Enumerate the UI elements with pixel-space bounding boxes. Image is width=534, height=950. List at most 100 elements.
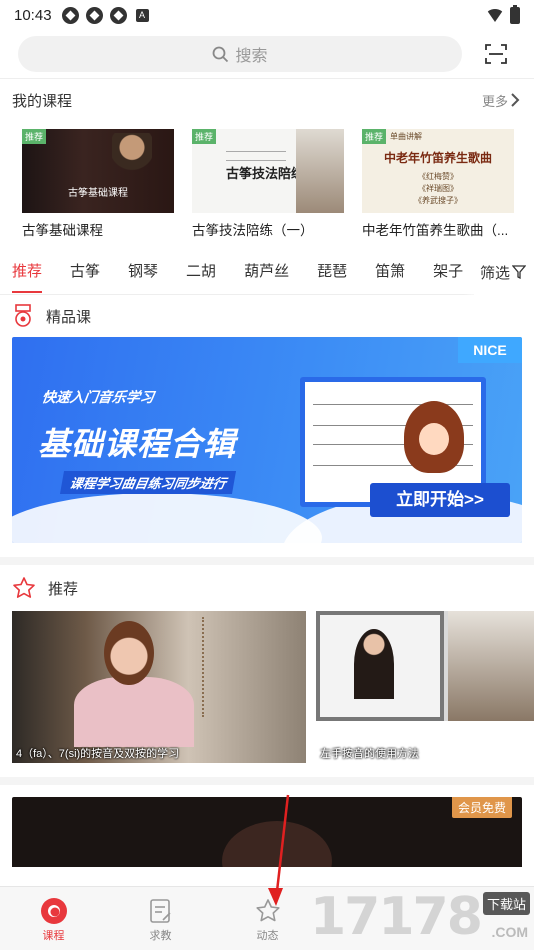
thumb-sub: 《养武搜子》 [414, 196, 462, 205]
recommend-header: 推荐 [0, 565, 534, 611]
course-card[interactable]: 推荐 古筝基础课程 古筝基础课程 [22, 129, 174, 249]
recommend-video-list: 4（fa）、7(si)的按音及双按的学习 左手按音的使用方法 [0, 611, 534, 763]
video-card[interactable]: 左手按音的使用方法 [316, 611, 534, 763]
filter-button[interactable]: 筛选 [473, 249, 534, 295]
course-name: 中老年竹笛养生歌曲（... [362, 223, 509, 238]
course-card[interactable]: 推荐 单曲讲解 中老年竹笛养生歌曲 《红梅赞》 《祥瑞图》 《养武搜子》 中老年… [362, 129, 514, 249]
recommend-title: 推荐 [48, 580, 79, 598]
thumb-decoration [226, 151, 286, 161]
course-thumbnail: 推荐 单曲讲解 中老年竹笛养生歌曲 《红梅赞》 《祥瑞图》 《养武搜子》 [362, 129, 514, 213]
tab-dizi[interactable]: 笛箫 [375, 249, 405, 295]
thumb-caption: 古筝基础课程 [68, 188, 128, 199]
tab-recommend[interactable]: 推荐 [12, 249, 43, 295]
my-courses-title: 我的课程 [12, 92, 73, 110]
course-card[interactable]: 古筝技法陪练 推荐 古筝技法陪练（一） [192, 129, 344, 249]
course-name: 古筝技法陪练（一） [192, 223, 314, 238]
tab-piano[interactable]: 钢琴 [128, 249, 158, 295]
thumb-caption: 中老年竹笛养生歌曲 [383, 151, 492, 165]
divider [0, 557, 534, 565]
divider [0, 777, 534, 785]
watermark-tag: 下载站 [482, 892, 530, 915]
tab-guzheng[interactable]: 古筝 [70, 249, 100, 295]
nav-ask[interactable]: 求教 [107, 887, 214, 950]
course-thumbnail: 古筝技法陪练 推荐 [192, 129, 344, 213]
watermark-suffix: .COM [491, 924, 528, 940]
video-card[interactable]: 4（fa）、7(si)的按音及双按的学习 [12, 611, 306, 763]
medal-icon [15, 304, 31, 327]
instructor-photo [112, 133, 152, 213]
nav-label: 动态 [256, 929, 279, 942]
course-name: 古筝基础课程 [22, 223, 103, 238]
video-scene [448, 611, 534, 721]
premium-title: 精品课 [46, 308, 92, 326]
watermark-number: 17178 [310, 887, 483, 947]
search-placeholder: 搜索 [235, 48, 268, 65]
search-icon [213, 46, 229, 62]
banner-title: 基础课程合辑 [38, 426, 237, 462]
banner-decoration [12, 493, 322, 543]
video-scene [202, 617, 262, 717]
video-caption: 左手按音的使用方法 [320, 748, 419, 760]
course-icon [40, 895, 68, 927]
course-thumbnail: 推荐 古筝基础课程 [22, 129, 174, 213]
video-scene [74, 677, 194, 747]
vip-free-badge: 会员免费 [451, 797, 512, 818]
search-input[interactable]: 搜索 [18, 36, 462, 72]
nav-label: 求教 [149, 929, 172, 942]
thumb-sub: 《祥瑞图》 [418, 184, 458, 193]
site-watermark: 17178 下载站 .COM [310, 888, 534, 946]
star-icon [254, 895, 282, 927]
nav-feed[interactable]: 动态 [214, 887, 321, 950]
tab-erhu[interactable]: 二胡 [186, 249, 216, 295]
banner-subtitle: 快速入门音乐学习 [40, 389, 156, 405]
premium-banner[interactable]: 快速入门音乐学习 基础课程合辑 课程学习曲目练习同步进行 NICE 立即开始>> [12, 337, 522, 543]
nav-courses[interactable]: 课程 [0, 887, 107, 950]
my-courses-list: 推荐 古筝基础课程 古筝基础课程 古筝技法陪练 推荐 古筝技法陪练（一） 推荐 … [0, 121, 534, 249]
tab-hulusi[interactable]: 葫芦丝 [244, 249, 289, 295]
app-badge-icon: A [135, 8, 149, 22]
nice-badge: NICE [458, 337, 522, 363]
video-caption: 4（fa）、7(si)的按音及双按的学习 [16, 748, 180, 760]
video-scene [354, 629, 394, 699]
notification-icon [109, 6, 127, 24]
category-tabs: 推荐 古筝 钢琴 二胡 葫芦丝 琵琶 笛箫 架子 筛选 [0, 249, 534, 295]
recommend-tag: 推荐 [192, 129, 217, 144]
battery-icon [510, 4, 520, 24]
more-label: 更多 [481, 93, 508, 109]
girl-illustration [404, 401, 464, 473]
thumb-sub: 《红梅赞》 [418, 172, 458, 181]
document-icon [149, 895, 173, 927]
tab-pipa[interactable]: 琵琶 [317, 249, 347, 295]
thumb-top-label: 单曲讲解 [390, 132, 422, 141]
nav-label: 课程 [42, 929, 65, 942]
filter-icon [512, 265, 526, 279]
status-bar: 10:43 A [0, 0, 534, 30]
premium-header: 精品课 [0, 295, 534, 337]
wifi-icon [486, 8, 504, 22]
notification-icon [61, 6, 79, 24]
start-now-button[interactable]: 立即开始>> [370, 483, 510, 517]
status-time: 10:43 [14, 6, 52, 24]
tab-drum[interactable]: 架子 [433, 249, 463, 295]
search-row: 搜索 [0, 30, 534, 78]
video-scene [316, 611, 444, 721]
my-courses-header: 我的课程 更多 [0, 79, 534, 121]
recommend-tag: 推荐 [362, 129, 387, 144]
thumb-caption: 古筝技法陪练 [226, 166, 305, 181]
notification-icon [85, 6, 103, 24]
card-scene [222, 821, 332, 867]
scan-icon [485, 44, 507, 64]
chevron-right-icon [511, 93, 520, 107]
course-feature-card[interactable]: 会员免费 [12, 797, 522, 867]
banner-tagline: 课程学习曲目练习同步进行 [59, 471, 237, 494]
more-link[interactable]: 更多 [482, 91, 522, 110]
star-icon [13, 577, 35, 598]
recommend-tag: 推荐 [22, 129, 47, 144]
instructor-photo [296, 129, 344, 213]
scan-button[interactable] [476, 36, 516, 72]
filter-label: 筛选 [479, 264, 510, 282]
video-scene [104, 621, 154, 685]
